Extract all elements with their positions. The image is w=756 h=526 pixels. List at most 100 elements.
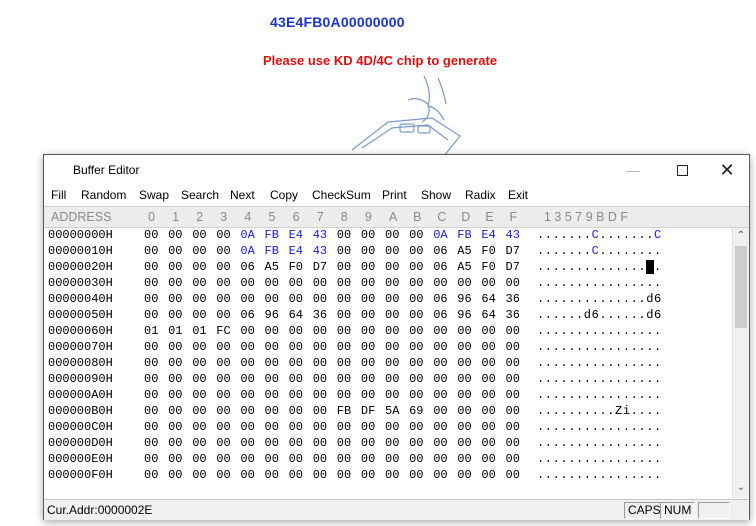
hex-byte[interactable]: 00 bbox=[289, 436, 303, 450]
hex-byte[interactable]: 00 bbox=[337, 308, 351, 322]
hex-byte[interactable]: 00 bbox=[144, 292, 158, 306]
row-ascii[interactable]: .......C........ bbox=[537, 244, 662, 258]
hex-byte[interactable]: 00 bbox=[433, 276, 447, 290]
hex-byte[interactable]: 00 bbox=[481, 436, 495, 450]
hex-byte[interactable]: 00 bbox=[385, 468, 399, 482]
hex-byte[interactable]: 00 bbox=[265, 436, 279, 450]
hex-byte[interactable]: 43 bbox=[313, 228, 327, 242]
hex-byte[interactable]: 00 bbox=[168, 404, 182, 418]
maximize-button[interactable] bbox=[659, 155, 705, 185]
hex-byte[interactable]: 00 bbox=[144, 404, 158, 418]
hex-byte[interactable]: 00 bbox=[409, 388, 423, 402]
menu-checksum[interactable]: CheckSum bbox=[312, 188, 371, 202]
hex-byte[interactable]: 00 bbox=[192, 276, 206, 290]
hex-byte[interactable]: 00 bbox=[192, 244, 206, 258]
hex-byte[interactable]: 00 bbox=[192, 228, 206, 242]
hex-byte[interactable]: 00 bbox=[240, 324, 254, 338]
hex-byte[interactable]: 00 bbox=[457, 372, 471, 386]
hex-byte[interactable]: 00 bbox=[144, 260, 158, 274]
row-ascii[interactable]: ................ bbox=[537, 324, 662, 338]
hex-byte[interactable]: 64 bbox=[481, 308, 495, 322]
hex-byte[interactable]: 00 bbox=[361, 372, 375, 386]
hex-byte[interactable]: 00 bbox=[240, 340, 254, 354]
hex-byte[interactable]: 00 bbox=[361, 324, 375, 338]
hex-byte[interactable]: A5 bbox=[457, 260, 471, 274]
hex-byte[interactable]: 00 bbox=[265, 356, 279, 370]
hex-byte[interactable]: 00 bbox=[337, 388, 351, 402]
hex-byte[interactable]: 00 bbox=[385, 292, 399, 306]
scroll-thumb[interactable] bbox=[735, 246, 747, 328]
hex-byte[interactable]: 00 bbox=[216, 436, 230, 450]
menu-search[interactable]: Search bbox=[181, 188, 219, 202]
hex-byte[interactable]: 00 bbox=[385, 340, 399, 354]
hex-byte[interactable]: 00 bbox=[361, 292, 375, 306]
hex-byte[interactable]: 00 bbox=[361, 468, 375, 482]
menu-next[interactable]: Next bbox=[230, 188, 255, 202]
hex-byte[interactable]: F0 bbox=[481, 244, 495, 258]
hex-byte[interactable]: 00 bbox=[265, 452, 279, 466]
hex-row[interactable]: 000000A0H 00 00 00 00 00 00 00 00 00 00 00 00 00 00 00 0… bbox=[44, 388, 734, 404]
hex-byte[interactable]: 00 bbox=[144, 452, 158, 466]
hex-byte[interactable]: 00 bbox=[409, 436, 423, 450]
hex-byte[interactable]: 06 bbox=[433, 260, 447, 274]
hex-byte[interactable]: 00 bbox=[144, 356, 158, 370]
hex-byte[interactable]: 00 bbox=[216, 340, 230, 354]
hex-byte[interactable]: 00 bbox=[313, 388, 327, 402]
hex-byte[interactable]: 00 bbox=[457, 356, 471, 370]
hex-byte[interactable]: 00 bbox=[265, 324, 279, 338]
hex-byte[interactable]: 00 bbox=[168, 308, 182, 322]
hex-byte[interactable]: 00 bbox=[361, 356, 375, 370]
hex-byte[interactable]: 00 bbox=[457, 324, 471, 338]
hex-byte[interactable]: 00 bbox=[385, 420, 399, 434]
hex-row[interactable]: 00000080H 00 00 00 00 00 00 00 00 00 00 00 00 00 00 00 0… bbox=[44, 356, 734, 372]
hex-byte[interactable]: FB bbox=[337, 404, 351, 418]
hex-byte[interactable]: 00 bbox=[481, 420, 495, 434]
hex-byte[interactable]: 00 bbox=[240, 404, 254, 418]
hex-byte[interactable]: 00 bbox=[506, 324, 520, 338]
hex-byte[interactable]: 00 bbox=[168, 276, 182, 290]
hex-byte[interactable]: 01 bbox=[192, 324, 206, 338]
hex-byte[interactable]: 00 bbox=[289, 324, 303, 338]
hex-byte[interactable]: 00 bbox=[168, 372, 182, 386]
row-ascii[interactable]: ................ bbox=[537, 372, 662, 386]
menu-swap[interactable]: Swap bbox=[139, 188, 169, 202]
hex-byte[interactable]: 00 bbox=[481, 340, 495, 354]
hex-byte[interactable]: 00 bbox=[506, 436, 520, 450]
hex-byte[interactable]: D7 bbox=[313, 260, 327, 274]
hex-byte[interactable]: FB bbox=[265, 244, 279, 258]
hex-byte[interactable]: 00 bbox=[216, 420, 230, 434]
hex-byte[interactable]: 00 bbox=[192, 292, 206, 306]
hex-byte[interactable]: 00 bbox=[506, 452, 520, 466]
hex-byte[interactable]: 00 bbox=[313, 356, 327, 370]
hex-row[interactable]: 000000D0H 00 00 00 00 00 00 00 00 00 00 00 00 00 00 00 0… bbox=[44, 436, 734, 452]
hex-byte[interactable]: 43 bbox=[313, 244, 327, 258]
hex-byte[interactable]: 00 bbox=[457, 468, 471, 482]
close-button[interactable]: ✕ bbox=[704, 155, 750, 185]
hex-byte[interactable]: 00 bbox=[144, 420, 158, 434]
hex-byte[interactable]: 00 bbox=[240, 356, 254, 370]
hex-byte[interactable]: 00 bbox=[506, 468, 520, 482]
menu-random[interactable]: Random bbox=[81, 188, 126, 202]
hex-byte[interactable]: 00 bbox=[289, 404, 303, 418]
row-ascii[interactable]: ................ bbox=[537, 436, 662, 450]
menu-radix[interactable]: Radix bbox=[465, 188, 496, 202]
menu-print[interactable]: Print bbox=[382, 188, 407, 202]
hex-byte[interactable]: 00 bbox=[337, 276, 351, 290]
hex-byte[interactable]: E4 bbox=[289, 228, 303, 242]
hex-byte[interactable]: 00 bbox=[144, 340, 158, 354]
hex-byte[interactable]: 00 bbox=[265, 420, 279, 434]
menu-show[interactable]: Show bbox=[421, 188, 451, 202]
hex-byte[interactable]: 00 bbox=[481, 452, 495, 466]
minimize-button[interactable]: — bbox=[610, 155, 656, 185]
hex-byte[interactable]: 00 bbox=[168, 260, 182, 274]
hex-byte[interactable]: 64 bbox=[481, 292, 495, 306]
hex-byte[interactable]: 00 bbox=[192, 388, 206, 402]
hex-byte[interactable]: 00 bbox=[409, 420, 423, 434]
hex-byte[interactable]: 00 bbox=[337, 372, 351, 386]
hex-byte[interactable]: 00 bbox=[216, 276, 230, 290]
hex-byte[interactable]: 00 bbox=[168, 244, 182, 258]
hex-byte[interactable]: 00 bbox=[216, 260, 230, 274]
hex-byte[interactable]: 00 bbox=[361, 244, 375, 258]
hex-byte[interactable]: 00 bbox=[385, 244, 399, 258]
hex-byte[interactable]: 00 bbox=[168, 452, 182, 466]
